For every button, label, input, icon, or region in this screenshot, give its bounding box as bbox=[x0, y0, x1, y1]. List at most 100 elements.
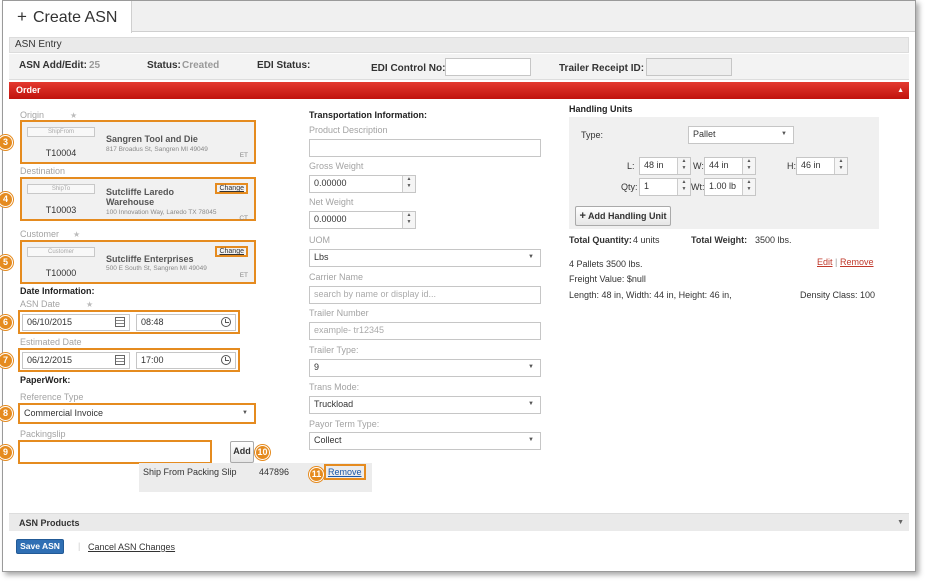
required-star-icon: ★ bbox=[86, 300, 94, 309]
spinner-icon[interactable]: ▲ ▼ bbox=[742, 158, 755, 174]
edi-control-input[interactable] bbox=[445, 58, 531, 76]
callout-badge-10: 10 bbox=[255, 445, 270, 460]
product-desc-label: Product Description bbox=[309, 125, 388, 135]
hu-weight-label: Wt: bbox=[691, 182, 705, 192]
collapse-up-icon[interactable]: ▲ bbox=[897, 82, 904, 99]
trans-mode-label: Trans Mode: bbox=[309, 382, 360, 392]
uom-select[interactable]: Lbs bbox=[309, 249, 541, 267]
packingslip-remove-link[interactable]: Remove bbox=[324, 464, 366, 480]
customer-card[interactable]: Customer T10000 Sutcliffe Enterprises 50… bbox=[20, 240, 256, 284]
spinner-icon[interactable]: ▲ ▼ bbox=[677, 179, 690, 195]
origin-code: T10004 bbox=[45, 148, 77, 158]
total-weight-label: Total Weight: bbox=[691, 235, 748, 245]
tab-bar: + Create ASN bbox=[3, 1, 915, 33]
hu-weight-input[interactable]: 1.00 lb ▲ ▼ bbox=[704, 178, 756, 196]
trans-mode-select[interactable]: Truckload bbox=[309, 396, 541, 414]
freight-value: Freight Value: $null bbox=[569, 274, 646, 284]
callout-badge-5: 5 bbox=[0, 255, 13, 270]
order-section-header[interactable]: Order ▲ bbox=[9, 82, 909, 99]
add-handling-unit-button[interactable]: + Add Handling Unit bbox=[575, 206, 671, 226]
handling-units-heading: Handling Units bbox=[569, 104, 633, 114]
total-quantity-value: 4 units bbox=[633, 235, 660, 245]
destination-card[interactable]: ShipTo T10003 Sutcliffe Laredo Warehouse… bbox=[20, 177, 256, 222]
estimated-date-label: Estimated Date bbox=[20, 337, 82, 347]
gross-weight-label: Gross Weight bbox=[309, 161, 364, 171]
hu-height-input[interactable]: 46 in ▲ ▼ bbox=[796, 157, 848, 175]
save-asn-button[interactable]: Save ASN bbox=[16, 539, 64, 554]
spinner-icon[interactable]: ▲ ▼ bbox=[402, 212, 415, 228]
trailer-type-select[interactable]: 9 bbox=[309, 359, 541, 377]
trailer-type-label: Trailer Type: bbox=[309, 345, 359, 355]
est-time-input[interactable]: 17:00 bbox=[136, 352, 236, 369]
hu-qty-input[interactable]: 1 ▲ ▼ bbox=[639, 178, 691, 196]
asn-add-edit-label: ASN Add/Edit: bbox=[19, 60, 87, 71]
calendar-icon[interactable] bbox=[115, 355, 125, 365]
asn-date-input[interactable]: 06/10/2015 bbox=[22, 314, 130, 331]
reference-type-select[interactable]: Commercial Invoice bbox=[18, 403, 256, 424]
cancel-asn-changes-link[interactable]: Cancel ASN Changes bbox=[88, 542, 175, 552]
trailer-number-label: Trailer Number bbox=[309, 308, 369, 318]
net-weight-input[interactable]: 0.00000 ▲ ▼ bbox=[309, 211, 416, 229]
origin-card[interactable]: ShipFrom T10004 Sangren Tool and Die 817… bbox=[20, 120, 256, 164]
clock-icon[interactable] bbox=[221, 355, 231, 365]
transport-heading: Transportation Information: bbox=[309, 110, 427, 120]
customer-change-link[interactable]: Change bbox=[215, 246, 248, 257]
callout-badge-11: 11 bbox=[309, 467, 324, 482]
status-value: Created bbox=[182, 60, 220, 71]
callout-badge-8: 8 bbox=[0, 406, 13, 421]
hu-width-input[interactable]: 44 in ▲ ▼ bbox=[704, 157, 756, 175]
asn-entry-header: ASN Entry bbox=[9, 37, 909, 53]
payor-term-label: Payor Term Type: bbox=[309, 419, 380, 429]
asn-number: 25 bbox=[89, 60, 101, 71]
calendar-icon[interactable] bbox=[115, 317, 125, 327]
packingslip-input[interactable] bbox=[18, 440, 212, 464]
hu-length-input[interactable]: 48 in ▲ ▼ bbox=[639, 157, 691, 175]
packingslip-label: Packingslip bbox=[20, 429, 66, 439]
required-star-icon: ★ bbox=[70, 111, 78, 120]
shipfrom-pill: ShipFrom bbox=[27, 127, 95, 137]
est-date-input[interactable]: 06/12/2015 bbox=[22, 352, 130, 369]
carrier-input[interactable]: search by name or display id... bbox=[309, 286, 541, 304]
hu-remove-link[interactable]: Remove bbox=[840, 257, 874, 267]
asn-products-header[interactable]: ASN Products ▼ bbox=[9, 513, 909, 531]
hu-length-label: L: bbox=[627, 161, 635, 171]
tab-label: Create ASN bbox=[32, 9, 118, 26]
trailer-receipt-input bbox=[646, 58, 732, 76]
gross-weight-input[interactable]: 0.00000 ▲ ▼ bbox=[309, 175, 416, 193]
tab-create-asn[interactable]: + Create ASN bbox=[3, 1, 132, 33]
net-weight-label: Net Weight bbox=[309, 197, 354, 207]
destination-change-link[interactable]: Change bbox=[215, 183, 248, 194]
edi-control-label: EDI Control No: bbox=[371, 63, 446, 74]
packingslip-row-type: Ship From Packing Slip bbox=[143, 467, 237, 477]
customer-code: T10000 bbox=[45, 268, 77, 278]
asn-info-bar: ASN Add/Edit: 25 Status: Created EDI Sta… bbox=[9, 54, 909, 80]
origin-address: 817 Broadus St, Sangren MI 49049 bbox=[106, 146, 208, 153]
asn-time-input[interactable]: 08:48 bbox=[136, 314, 236, 331]
origin-name: Sangren Tool and Die bbox=[106, 134, 198, 144]
hu-summary-line: 4 Pallets 3500 lbs. bbox=[569, 259, 643, 269]
product-desc-input[interactable] bbox=[309, 139, 541, 157]
expand-down-icon[interactable]: ▼ bbox=[897, 514, 904, 532]
trailer-number-input[interactable]: example- tr12345 bbox=[309, 322, 541, 340]
origin-timezone: ET bbox=[239, 152, 248, 159]
destination-timezone: CT bbox=[239, 215, 248, 222]
spinner-icon[interactable]: ▲ ▼ bbox=[402, 176, 415, 192]
spinner-icon[interactable]: ▲ ▼ bbox=[742, 179, 755, 195]
hu-type-label: Type: bbox=[581, 130, 604, 140]
callout-badge-7: 7 bbox=[0, 353, 13, 368]
callout-badge-3: 3 bbox=[0, 135, 13, 150]
hu-width-label: W: bbox=[693, 161, 704, 171]
spinner-icon[interactable]: ▲ ▼ bbox=[834, 158, 847, 174]
paperwork-heading: PaperWork: bbox=[20, 375, 71, 385]
reference-type-label: Reference Type bbox=[20, 392, 84, 402]
payor-term-select[interactable]: Collect bbox=[309, 432, 541, 450]
clock-icon[interactable] bbox=[221, 317, 231, 327]
callout-badge-6: 6 bbox=[0, 315, 13, 330]
hu-edit-link[interactable]: Edit bbox=[817, 257, 833, 267]
handling-unit-panel: Type: Pallet L: 48 in▲▼ W: 44 in▲▼ H: 46… bbox=[569, 117, 879, 229]
footer-separator: | bbox=[78, 541, 81, 551]
hu-type-select[interactable]: Pallet bbox=[688, 126, 794, 144]
add-packingslip-button[interactable]: Add bbox=[230, 441, 254, 463]
spinner-icon[interactable]: ▲ ▼ bbox=[677, 158, 690, 174]
uom-label: UOM bbox=[309, 235, 330, 245]
